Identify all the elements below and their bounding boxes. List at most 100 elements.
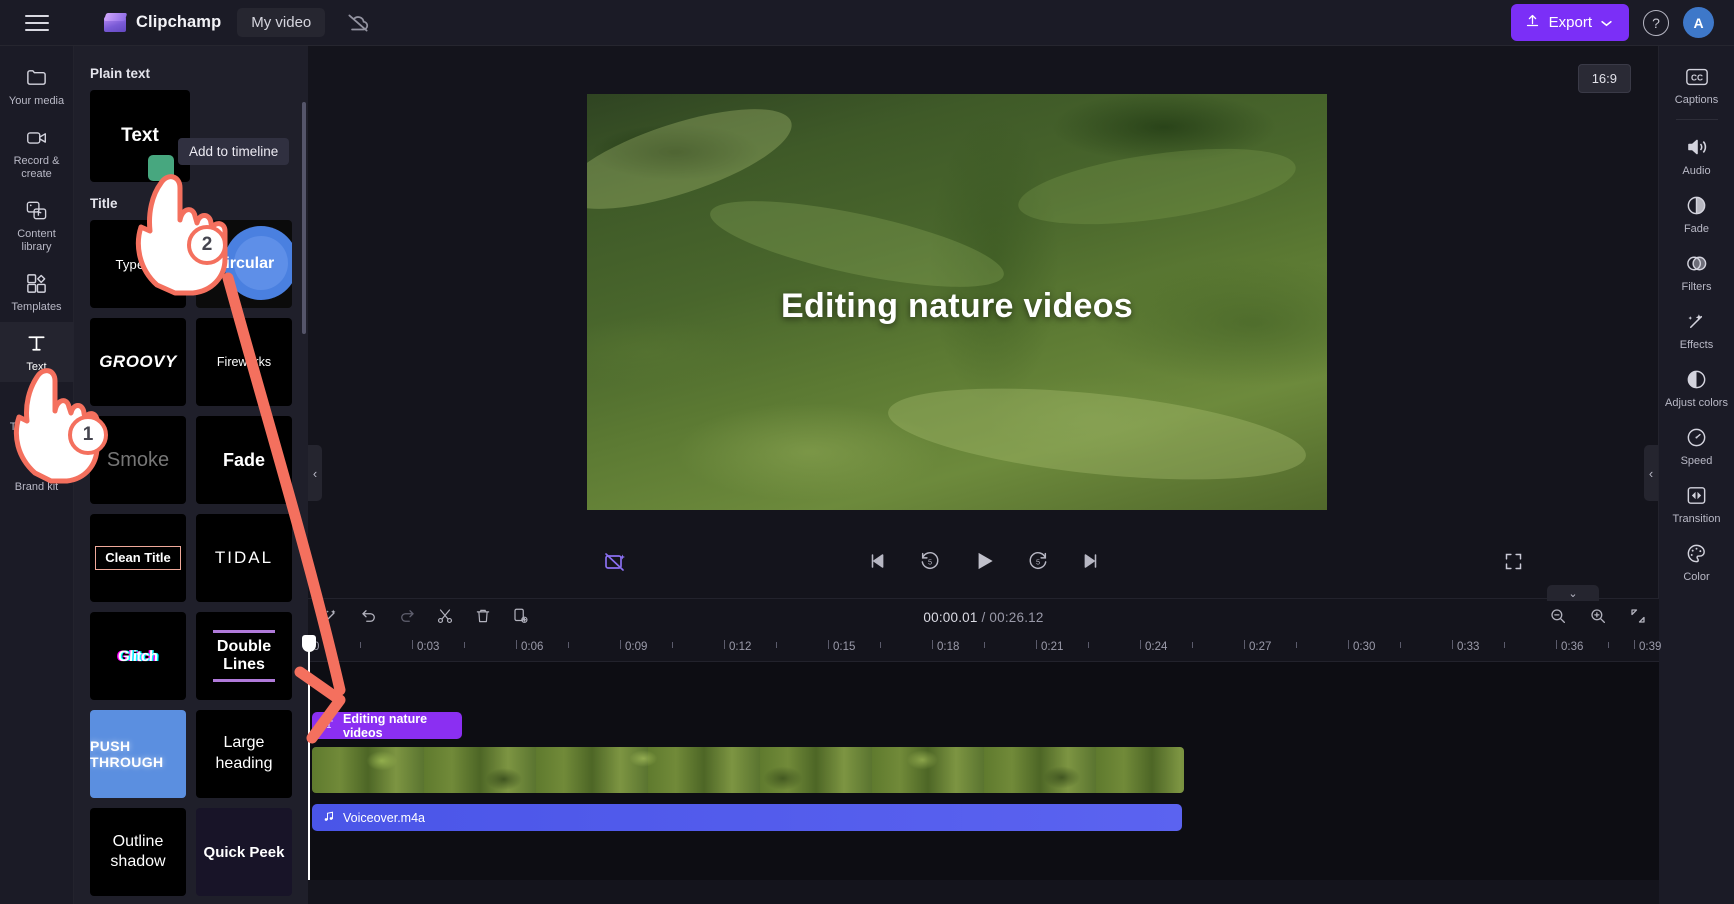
- svg-text:5: 5: [1035, 558, 1039, 567]
- title-card-label: TIDAL: [215, 548, 273, 568]
- music-note-icon: [323, 810, 335, 826]
- right-item-label: Color: [1683, 571, 1709, 584]
- ruler-label: 0:03: [417, 641, 439, 653]
- top-right-actions: Export ? A: [1511, 4, 1734, 41]
- svg-text:CC: CC: [1691, 72, 1703, 82]
- timeline: ⌄: [308, 598, 1659, 904]
- title-card-quick-peek[interactable]: Quick Peek: [196, 808, 292, 896]
- ruler-label: 0:30: [1353, 641, 1375, 653]
- ruler-label: 0:06: [521, 641, 543, 653]
- step-badge-1: 1: [68, 415, 108, 455]
- title-card-label: Double Lines: [217, 638, 271, 673]
- user-avatar[interactable]: A: [1683, 7, 1714, 38]
- right-item-effects[interactable]: Effects: [1659, 301, 1734, 359]
- title-card-label: Glitch: [118, 648, 158, 665]
- help-button[interactable]: ?: [1643, 10, 1669, 36]
- project-name-field[interactable]: My video: [237, 8, 325, 37]
- right-item-label: Fade: [1684, 223, 1709, 236]
- title-card-clean-title[interactable]: Clean Title: [90, 514, 186, 602]
- sidebar-item-label: Templates: [11, 301, 61, 314]
- plain-text-card-label: Text: [121, 125, 159, 147]
- ruler-label: 0:21: [1041, 641, 1063, 653]
- right-item-speed[interactable]: Speed: [1659, 417, 1734, 475]
- right-item-captions[interactable]: CC Captions: [1659, 56, 1734, 114]
- skip-to-start-button[interactable]: [867, 550, 889, 577]
- right-item-adjust-colors[interactable]: Adjust colors: [1659, 359, 1734, 417]
- skip-to-end-button[interactable]: [1079, 550, 1101, 577]
- step-badge-2: 2: [187, 225, 227, 265]
- right-item-fade[interactable]: Fade: [1659, 185, 1734, 243]
- title-card-label: Smoke: [107, 449, 169, 472]
- zoom-in-icon[interactable]: [1589, 607, 1607, 630]
- title-card-tidal[interactable]: TIDAL: [196, 514, 292, 602]
- camera-icon: [25, 125, 49, 150]
- right-item-label: Transition: [1673, 513, 1721, 526]
- timeline-ruler[interactable]: 0 0:03 0:06 0:09 0:12 0:15 0:18 0:21 0:2…: [308, 636, 1659, 662]
- cloud-off-icon[interactable]: [345, 10, 371, 36]
- sidebar-item-templates[interactable]: Templates: [0, 262, 74, 322]
- right-item-label: Effects: [1680, 339, 1713, 352]
- title-card-glitch[interactable]: Glitch: [90, 612, 186, 700]
- upload-icon: [1525, 13, 1540, 32]
- playhead[interactable]: [308, 636, 310, 880]
- sidebar-item-label: Record & create: [2, 155, 72, 181]
- title-card-large-heading[interactable]: Large heading: [196, 710, 292, 798]
- line-decoration-top: [213, 630, 275, 633]
- hamburger-menu-icon[interactable]: [25, 15, 49, 31]
- fullscreen-button[interactable]: [1503, 551, 1524, 577]
- export-button-label: Export: [1549, 14, 1592, 31]
- clipchamp-logo-icon: [104, 13, 127, 33]
- preview-overlay-text: Editing nature videos: [587, 287, 1327, 326]
- collapse-timeline-button[interactable]: ⌄: [1547, 585, 1599, 601]
- collapse-right-panel-button[interactable]: ‹: [1644, 445, 1658, 501]
- forward-5-seconds-button[interactable]: 5: [1027, 550, 1049, 577]
- captions-icon: CC: [1685, 64, 1709, 89]
- audio-clip[interactable]: Voiceover.m4a: [312, 804, 1182, 831]
- panel-scrollbar[interactable]: [302, 102, 306, 334]
- ruler-label: 0:33: [1457, 641, 1479, 653]
- text-clip[interactable]: Editing nature videos: [312, 712, 462, 739]
- video-preview[interactable]: Editing nature videos: [587, 94, 1327, 510]
- collapse-left-panel-button[interactable]: ‹: [308, 445, 322, 501]
- title-card-fade[interactable]: Fade: [196, 416, 292, 504]
- sidebar-item-your-media[interactable]: Your media: [0, 56, 74, 116]
- title-card-label: Fade: [223, 450, 265, 471]
- ruler-label: 0:09: [625, 641, 647, 653]
- title-card-push-through[interactable]: PUSH THROUGH: [90, 710, 186, 798]
- play-button[interactable]: [971, 548, 997, 579]
- video-thumbnail-strip: [312, 747, 1184, 793]
- text-icon: [25, 331, 48, 356]
- filters-icon: [1685, 251, 1708, 276]
- timeline-tracks: Editing nature videos Voiceover.m4a: [308, 662, 1659, 880]
- ruler-label: 0:39: [1639, 641, 1661, 653]
- fit-to-screen-icon[interactable]: [1629, 607, 1647, 630]
- title-card-label: PUSH THROUGH: [90, 738, 186, 770]
- title-card-outline-shadow[interactable]: Outline shadow: [90, 808, 186, 896]
- video-clip[interactable]: [312, 747, 1184, 793]
- back-5-seconds-button[interactable]: 5: [919, 550, 941, 577]
- right-item-filters[interactable]: Filters: [1659, 243, 1734, 301]
- title-card-fireworks[interactable]: Fireworks: [196, 318, 292, 406]
- ruler-label: 0:27: [1249, 641, 1271, 653]
- sidebar-item-label: Content library: [2, 228, 72, 254]
- right-item-color[interactable]: Color: [1659, 533, 1734, 591]
- transition-icon: [1685, 483, 1708, 508]
- effects-icon: [1685, 309, 1708, 334]
- sidebar-item-content-library[interactable]: Content library: [0, 189, 74, 262]
- speed-icon: [1685, 425, 1708, 450]
- right-item-transition[interactable]: Transition: [1659, 475, 1734, 533]
- preview-controls: 5 5: [308, 538, 1659, 594]
- zoom-out-icon[interactable]: [1549, 607, 1567, 630]
- folder-icon: [25, 65, 48, 90]
- export-button[interactable]: Export: [1511, 4, 1629, 41]
- right-item-audio[interactable]: Audio: [1659, 127, 1734, 185]
- templates-icon: [25, 271, 48, 296]
- title-card-double-lines[interactable]: Double Lines: [196, 612, 292, 700]
- timeline-timecode: 00:00.01 / 00:26.12: [308, 610, 1659, 625]
- playhead-handle[interactable]: [302, 635, 316, 652]
- right-item-label: Adjust colors: [1665, 397, 1728, 410]
- right-item-label: Filters: [1682, 281, 1712, 294]
- fade-icon: [1685, 193, 1708, 218]
- aspect-ratio-button[interactable]: 16:9: [1578, 64, 1631, 93]
- sidebar-item-record-create[interactable]: Record & create: [0, 116, 74, 189]
